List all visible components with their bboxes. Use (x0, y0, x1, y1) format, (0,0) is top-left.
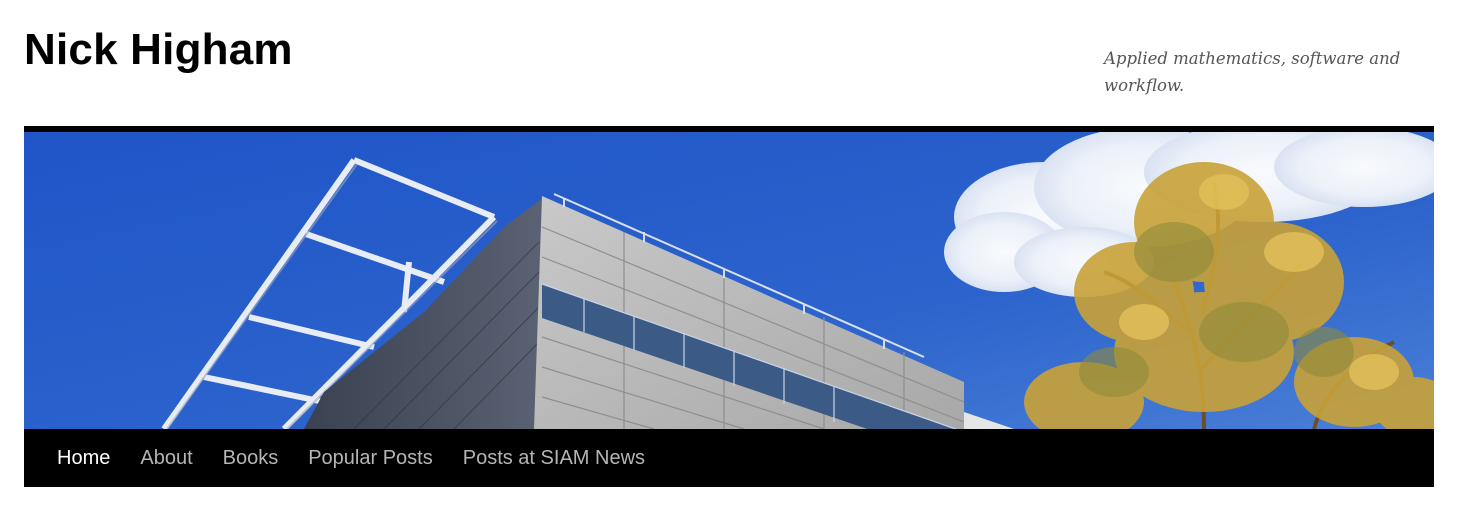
banner-illustration (24, 132, 1434, 429)
nav-item-posts-at-siam-news[interactable]: Posts at SIAM News (448, 429, 660, 487)
page: Nick Higham Applied mathematics, softwar… (0, 0, 1462, 519)
site-title[interactable]: Nick Higham (24, 22, 293, 78)
header-banner-image (24, 132, 1434, 429)
site-tagline: Applied mathematics, software and workfl… (1104, 49, 1401, 95)
nav-item-home[interactable]: Home (42, 429, 125, 487)
main-navigation: Home About Books Popular Posts Posts at … (24, 429, 1434, 487)
nav-item-about[interactable]: About (125, 429, 207, 487)
nav-item-books[interactable]: Books (208, 429, 294, 487)
nav-item-popular-posts[interactable]: Popular Posts (293, 429, 448, 487)
